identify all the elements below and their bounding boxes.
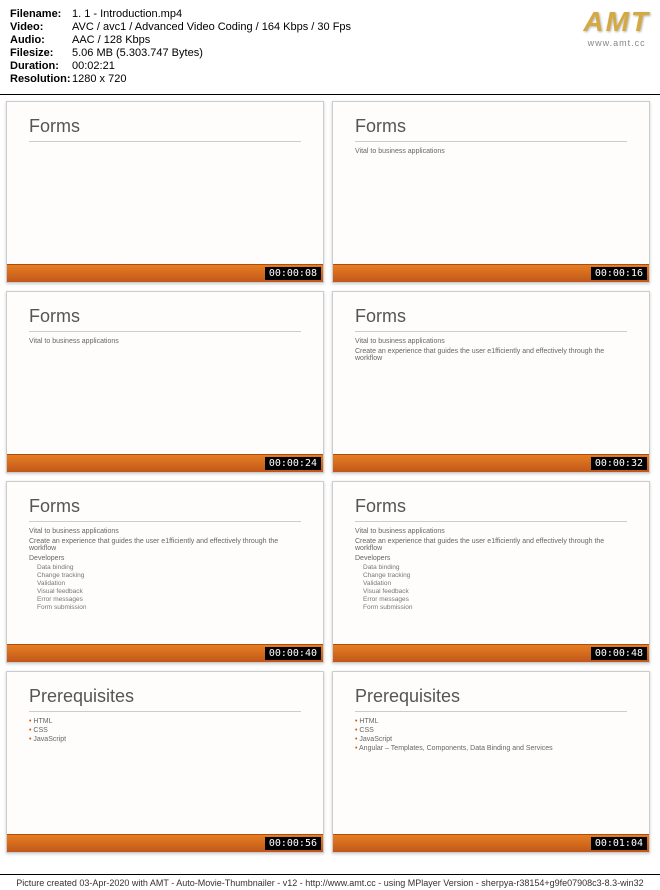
thumbnail: Forms 00:00:08 [6,101,324,283]
list-item: HTML [29,718,301,725]
list-item: Validation [37,580,301,587]
list-item: Visual feedback [363,588,627,595]
slide-title: Forms [29,306,301,327]
slide-title: Forms [355,116,627,137]
slide-title: Forms [29,116,301,137]
video-value: AVC / avc1 / Advanced Video Coding / 164… [72,21,650,33]
timestamp: 00:00:56 [265,837,321,850]
footer-text: Picture created 03-Apr-2020 with AMT - A… [0,874,660,888]
duration-value: 00:02:21 [72,60,650,72]
slide-content: Forms Vital to business applications [333,102,649,264]
thumbnail: Forms Vital to business applications Cre… [332,291,650,473]
list-item: Error messages [37,596,301,603]
slide-text: Create an experience that guides the use… [29,538,301,552]
slide-content: Prerequisites HTML CSS JavaScript [7,672,323,834]
slide-divider [355,141,627,142]
slide-content: Forms [7,102,323,264]
slide-content: Prerequisites HTML CSS JavaScript Angula… [333,672,649,834]
thumbnail: Forms Vital to business applications 00:… [332,101,650,283]
timestamp: 00:00:32 [591,457,647,470]
slide-content: Forms Vital to business applications Cre… [333,292,649,454]
list-item: Data binding [37,564,301,571]
slide-text: Developers [29,555,301,562]
slide-divider [29,331,301,332]
slide-content: Forms Vital to business applications Cre… [333,482,649,644]
slide-title: Forms [29,496,301,517]
video-label: Video: [10,21,72,33]
slide-title: Prerequisites [355,686,627,707]
amt-logo: AMT www.amt.cc [583,6,650,48]
list-item: JavaScript [355,736,627,743]
filename-value: 1. 1 - Introduction.mp4 [72,8,650,20]
list-item: HTML [355,718,627,725]
slide-divider [29,521,301,522]
slide-content: Forms Vital to business applications [7,292,323,454]
list-item: CSS [355,727,627,734]
slide-text: Vital to business applications [355,148,627,155]
slide-text: Vital to business applications [29,528,301,535]
list-item: Change tracking [363,572,627,579]
timestamp: 00:00:40 [265,647,321,660]
thumbnail-grid: Forms 00:00:08 Forms Vital to business a… [0,101,660,853]
timestamp: 00:00:48 [591,647,647,660]
slide-text: Create an experience that guides the use… [355,538,627,552]
thumbnail: Forms Vital to business applications Cre… [6,481,324,663]
thumbnail: Forms Vital to business applications Cre… [332,481,650,663]
duration-label: Duration: [10,60,72,72]
list-item: CSS [29,727,301,734]
thumbnail: Prerequisites HTML CSS JavaScript 00:00:… [6,671,324,853]
slide-text: Vital to business applications [355,528,627,535]
thumbnail: Prerequisites HTML CSS JavaScript Angula… [332,671,650,853]
slide-text: Vital to business applications [29,338,301,345]
slide-text: Create an experience that guides the use… [355,348,627,362]
slide-title: Forms [355,496,627,517]
metadata-header: Filename:1. 1 - Introduction.mp4 Video:A… [0,0,660,92]
timestamp: 00:01:04 [591,837,647,850]
thumbnail: Forms Vital to business applications 00:… [6,291,324,473]
audio-value: AAC / 128 Kbps [72,34,650,46]
list-item: Error messages [363,596,627,603]
list-item: Data binding [363,564,627,571]
filesize-value: 5.06 MB (5.303.747 Bytes) [72,47,650,59]
slide-title: Forms [355,306,627,327]
list-item: Angular – Templates, Components, Data Bi… [355,745,627,752]
resolution-value: 1280 x 720 [72,73,650,85]
list-item: Change tracking [37,572,301,579]
list-item: Form submission [363,604,627,611]
divider [0,94,660,95]
logo-text: AMT [583,6,650,38]
resolution-label: Resolution: [10,73,72,85]
timestamp: 00:00:24 [265,457,321,470]
filesize-label: Filesize: [10,47,72,59]
slide-divider [29,141,301,142]
slide-content: Forms Vital to business applications Cre… [7,482,323,644]
slide-divider [29,711,301,712]
list-item: Visual feedback [37,588,301,595]
slide-divider [355,521,627,522]
audio-label: Audio: [10,34,72,46]
slide-divider [355,331,627,332]
list-item: Form submission [37,604,301,611]
filename-label: Filename: [10,8,72,20]
logo-url: www.amt.cc [583,38,650,48]
slide-text: Developers [355,555,627,562]
timestamp: 00:00:08 [265,267,321,280]
timestamp: 00:00:16 [591,267,647,280]
list-item: JavaScript [29,736,301,743]
slide-title: Prerequisites [29,686,301,707]
slide-text: Vital to business applications [355,338,627,345]
list-item: Validation [363,580,627,587]
slide-divider [355,711,627,712]
